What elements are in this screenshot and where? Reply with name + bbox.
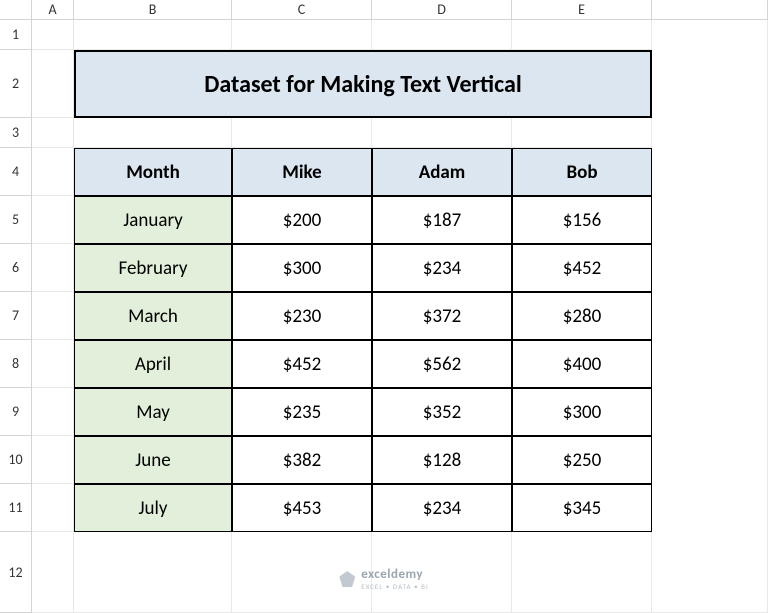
row-header-10[interactable]: 10 [0, 436, 32, 484]
value-cell[interactable]: $234 [372, 244, 512, 292]
value-cell[interactable]: $352 [372, 388, 512, 436]
cell[interactable] [32, 532, 74, 613]
value-cell[interactable]: $400 [512, 340, 652, 388]
cell[interactable] [372, 20, 512, 50]
cell[interactable] [32, 20, 74, 50]
value-cell[interactable]: $382 [232, 436, 372, 484]
value-cell[interactable]: $156 [512, 196, 652, 244]
cell[interactable] [372, 118, 512, 148]
header-month[interactable]: Month [74, 148, 232, 196]
row-header-1[interactable]: 1 [0, 20, 32, 50]
cell[interactable] [32, 50, 74, 118]
cell[interactable] [32, 436, 74, 484]
cell[interactable] [32, 484, 74, 532]
cell[interactable] [512, 20, 652, 50]
month-cell[interactable]: May [74, 388, 232, 436]
col-header-d[interactable]: D [372, 0, 512, 20]
cell[interactable] [652, 20, 768, 613]
cell[interactable] [74, 20, 232, 50]
value-cell[interactable]: $452 [232, 340, 372, 388]
cell[interactable] [512, 532, 652, 613]
cell[interactable] [32, 118, 74, 148]
cell[interactable] [372, 532, 512, 613]
value-cell[interactable]: $200 [232, 196, 372, 244]
col-header-blank [652, 0, 768, 20]
row-header-7[interactable]: 7 [0, 292, 32, 340]
row-header-6[interactable]: 6 [0, 244, 32, 292]
col-header-a[interactable]: A [32, 0, 74, 20]
cell[interactable] [74, 532, 232, 613]
cell[interactable] [32, 340, 74, 388]
col-header-b[interactable]: B [74, 0, 232, 20]
cell[interactable] [32, 196, 74, 244]
col-header-e[interactable]: E [512, 0, 652, 20]
value-cell[interactable]: $230 [232, 292, 372, 340]
title-cell[interactable]: Dataset for Making Text Vertical [74, 50, 652, 118]
cell[interactable] [74, 118, 232, 148]
value-cell[interactable]: $345 [512, 484, 652, 532]
cell[interactable] [32, 292, 74, 340]
month-cell[interactable]: July [74, 484, 232, 532]
month-cell[interactable]: April [74, 340, 232, 388]
value-cell[interactable]: $128 [372, 436, 512, 484]
value-cell[interactable]: $452 [512, 244, 652, 292]
header-adam[interactable]: Adam [372, 148, 512, 196]
row-header-8[interactable]: 8 [0, 340, 32, 388]
value-cell[interactable]: $250 [512, 436, 652, 484]
cell[interactable] [232, 20, 372, 50]
row-header-9[interactable]: 9 [0, 388, 32, 436]
value-cell[interactable]: $453 [232, 484, 372, 532]
row-header-12[interactable]: 12 [0, 532, 32, 613]
cell[interactable] [512, 118, 652, 148]
value-cell[interactable]: $300 [512, 388, 652, 436]
row-header-3[interactable]: 3 [0, 118, 32, 148]
value-cell[interactable]: $234 [372, 484, 512, 532]
value-cell[interactable]: $300 [232, 244, 372, 292]
cell[interactable] [232, 532, 372, 613]
value-cell[interactable]: $280 [512, 292, 652, 340]
col-header-c[interactable]: C [232, 0, 372, 20]
cell[interactable] [32, 244, 74, 292]
row-header-4[interactable]: 4 [0, 148, 32, 196]
month-cell[interactable]: June [74, 436, 232, 484]
spreadsheet-grid: A B C D E 1 2 3 4 5 6 7 8 9 10 11 12 Dat… [0, 0, 768, 613]
cell[interactable] [232, 118, 372, 148]
value-cell[interactable]: $372 [372, 292, 512, 340]
header-bob[interactable]: Bob [512, 148, 652, 196]
value-cell[interactable]: $235 [232, 388, 372, 436]
header-mike[interactable]: Mike [232, 148, 372, 196]
row-header-5[interactable]: 5 [0, 196, 32, 244]
month-cell[interactable]: February [74, 244, 232, 292]
cell[interactable] [32, 148, 74, 196]
select-all-corner[interactable] [0, 0, 32, 20]
value-cell[interactable]: $562 [372, 340, 512, 388]
cell[interactable] [32, 388, 74, 436]
row-header-11[interactable]: 11 [0, 484, 32, 532]
month-cell[interactable]: January [74, 196, 232, 244]
month-cell[interactable]: March [74, 292, 232, 340]
row-header-2[interactable]: 2 [0, 50, 32, 118]
value-cell[interactable]: $187 [372, 196, 512, 244]
